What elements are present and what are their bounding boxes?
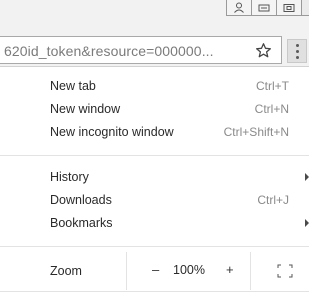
- menu-item-shortcut: Ctrl+J: [257, 193, 289, 207]
- kebab-dot: [295, 55, 299, 59]
- menu-item-bookmarks[interactable]: Bookmarks: [0, 212, 309, 234]
- zoom-label: Zoom: [50, 264, 82, 278]
- menu-item-label: Downloads: [50, 193, 112, 207]
- menu-item-label: History: [50, 170, 89, 184]
- menu-item-new-incognito-window[interactable]: New incognito window Ctrl+Shift+N: [0, 121, 309, 143]
- menu-item-shortcut: Ctrl+Shift+N: [223, 125, 289, 139]
- restore-icon: [283, 3, 295, 12]
- toolbar: 620id_token&resource=000000...: [0, 34, 309, 67]
- zoom-value: 100%: [173, 263, 205, 277]
- menu-item-downloads[interactable]: Downloads Ctrl+J: [0, 189, 309, 211]
- user-icon: [234, 2, 244, 13]
- minimize-icon: [258, 4, 270, 11]
- menu-item-label: Bookmarks: [50, 216, 113, 230]
- submenu-arrow-icon: [305, 173, 309, 181]
- submenu-arrow-icon: [305, 219, 309, 227]
- address-bar[interactable]: 620id_token&resource=000000...: [0, 36, 282, 64]
- zoom-out-button[interactable]: –: [152, 262, 159, 277]
- menu-item-new-tab[interactable]: New tab Ctrl+T: [0, 75, 309, 97]
- zoom-divider: [126, 252, 127, 290]
- url-text[interactable]: 620id_token&resource=000000...: [4, 43, 214, 59]
- kebab-dot: [295, 49, 299, 53]
- menu-item-new-window[interactable]: New window Ctrl+N: [0, 98, 309, 120]
- menu-item-shortcut: Ctrl+T: [256, 79, 289, 93]
- star-icon[interactable]: [255, 42, 272, 59]
- menu-item-label: New incognito window: [50, 125, 174, 139]
- menu-separator: [0, 155, 309, 156]
- menu-separator: [0, 246, 309, 247]
- kebab-menu-icon: [295, 43, 299, 47]
- zoom-divider: [250, 252, 251, 290]
- menu-item-shortcut: Ctrl+N: [254, 102, 289, 116]
- zoom-row: Zoom – 100% +: [0, 252, 309, 290]
- menu-separator: [0, 291, 309, 292]
- menu-item-label: New window: [50, 102, 121, 116]
- browser-window: 620id_token&resource=000000... New tab C…: [0, 0, 309, 300]
- menu-item-history[interactable]: History: [0, 166, 309, 188]
- window-controls: [226, 0, 309, 18]
- title-bar: [0, 0, 309, 35]
- zoom-in-button[interactable]: +: [226, 262, 234, 277]
- profile-button[interactable]: [226, 0, 252, 16]
- close-button[interactable]: [301, 0, 309, 16]
- browser-menu: New tab Ctrl+T New window Ctrl+N New inc…: [0, 67, 309, 300]
- menu-item-label: New tab: [50, 79, 96, 93]
- kebab-menu-button[interactable]: [287, 39, 307, 63]
- fullscreen-icon[interactable]: [277, 264, 293, 278]
- minimize-button[interactable]: [251, 0, 277, 16]
- restore-button[interactable]: [276, 0, 302, 16]
